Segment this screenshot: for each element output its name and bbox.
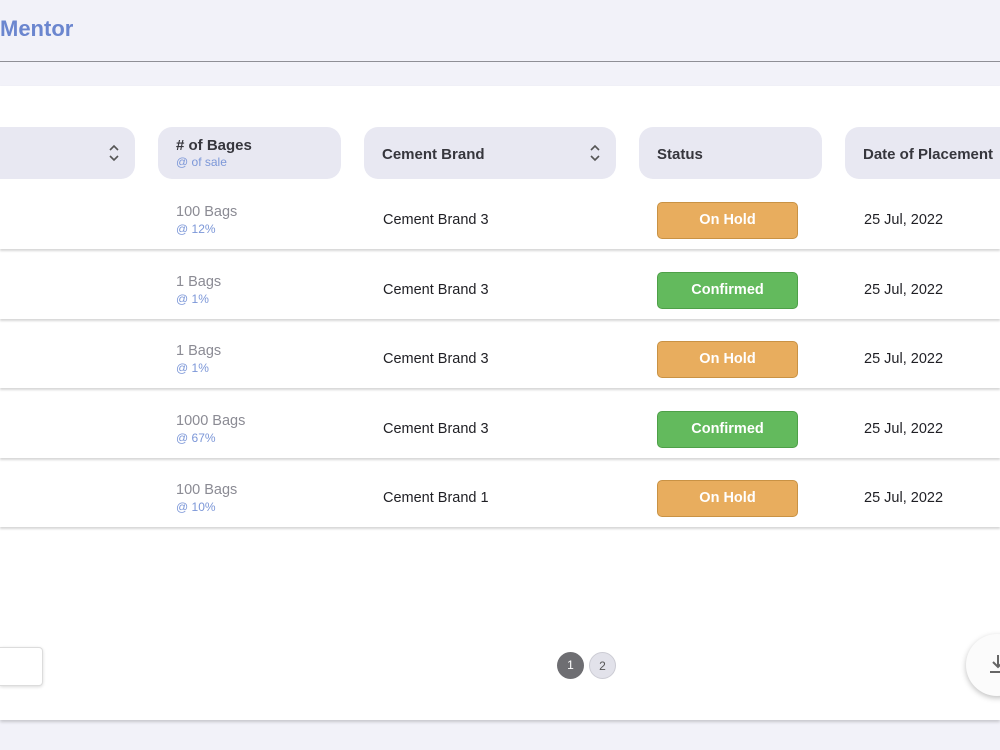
column-header-bags[interactable]: # of Bages @ of sale	[158, 127, 341, 179]
column-header-bags-sub: @ of sale	[176, 155, 227, 169]
column-header-bags-label: # of Bages	[176, 137, 252, 154]
status-badge[interactable]: Confirmed	[657, 411, 798, 448]
cement-brand: Cement Brand 3	[383, 282, 489, 298]
bags-percent: @ 12%	[176, 222, 216, 236]
placement-date: 25 Jul, 2022	[864, 421, 944, 437]
bags-count: 1 Bags	[176, 274, 222, 290]
app-title: Mentor	[0, 16, 74, 41]
placement-date: 25 Jul, 2022	[864, 282, 944, 298]
bags-count: 1 Bags	[176, 343, 222, 359]
page-button-1[interactable]: 1	[557, 652, 584, 679]
column-header-status-label: Status	[657, 146, 703, 163]
column-header-previous[interactable]	[0, 127, 135, 179]
column-header-date[interactable]: Date of Placement	[845, 127, 1000, 179]
table-row[interactable]: 100 Bags @ 12% Cement Brand 3 On Hold 25…	[0, 192, 1000, 249]
bags-percent: @ 67%	[176, 431, 216, 445]
bags-count: 100 Bags	[176, 204, 238, 220]
bags-percent: @ 10%	[176, 500, 216, 514]
rows-per-page-select[interactable]	[0, 647, 43, 686]
bags-percent: @ 1%	[176, 361, 209, 375]
bags-count: 1000 Bags	[176, 413, 246, 429]
status-badge[interactable]: On Hold	[657, 202, 798, 239]
bags-percent: @ 1%	[176, 292, 209, 306]
sort-icon[interactable]	[108, 142, 120, 164]
column-header-brand-label: Cement Brand	[382, 146, 485, 163]
placement-date: 25 Jul, 2022	[864, 490, 944, 506]
placement-date: 25 Jul, 2022	[864, 351, 944, 367]
column-header-date-label: Date of Placement	[863, 146, 994, 163]
cement-brand: Cement Brand 3	[383, 421, 489, 437]
bags-count: 100 Bags	[176, 482, 238, 498]
sort-icon[interactable]	[589, 142, 601, 164]
cement-brand: Cement Brand 3	[383, 212, 489, 228]
placement-date: 25 Jul, 2022	[864, 212, 944, 228]
status-badge[interactable]: On Hold	[657, 341, 798, 378]
column-header-status[interactable]: Status	[639, 127, 822, 179]
cement-brand: Cement Brand 1	[383, 490, 489, 506]
table-row[interactable]: 1000 Bags @ 67% Cement Brand 3 Confirmed…	[0, 401, 1000, 458]
download-icon	[990, 655, 1000, 673]
app-header: Mentor	[0, 0, 1000, 61]
column-header-brand[interactable]: Cement Brand	[364, 127, 616, 179]
table-row[interactable]: 1 Bags @ 1% Cement Brand 3 Confirmed 25 …	[0, 262, 1000, 319]
header-divider	[0, 61, 1000, 62]
page-button-2[interactable]: 2	[589, 652, 616, 679]
table-row[interactable]: 100 Bags @ 10% Cement Brand 1 On Hold 25…	[0, 470, 1000, 527]
table-row[interactable]: 1 Bags @ 1% Cement Brand 3 On Hold 25 Ju…	[0, 331, 1000, 388]
status-badge[interactable]: On Hold	[657, 480, 798, 517]
cement-brand: Cement Brand 3	[383, 351, 489, 367]
status-badge[interactable]: Confirmed	[657, 272, 798, 309]
